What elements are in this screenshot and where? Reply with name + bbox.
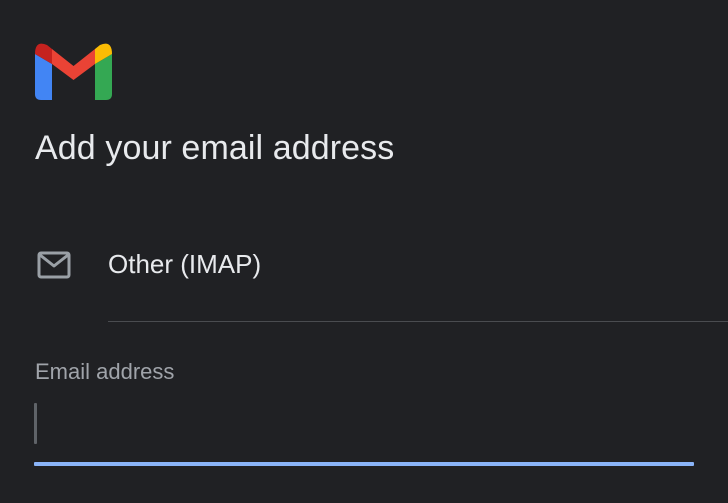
provider-row-other-imap[interactable]: Other (IMAP) [0, 220, 728, 322]
text-cursor [34, 403, 37, 444]
mail-envelope-icon [37, 251, 71, 279]
gmail-logo-icon [35, 42, 112, 100]
email-input-underline [34, 462, 694, 466]
email-field-label: Email address [35, 359, 175, 384]
email-input[interactable] [34, 393, 694, 463]
divider [108, 321, 728, 322]
page-title: Add your email address [35, 129, 395, 167]
email-field-container[interactable] [34, 393, 694, 463]
provider-label: Other (IMAP) [108, 249, 262, 279]
